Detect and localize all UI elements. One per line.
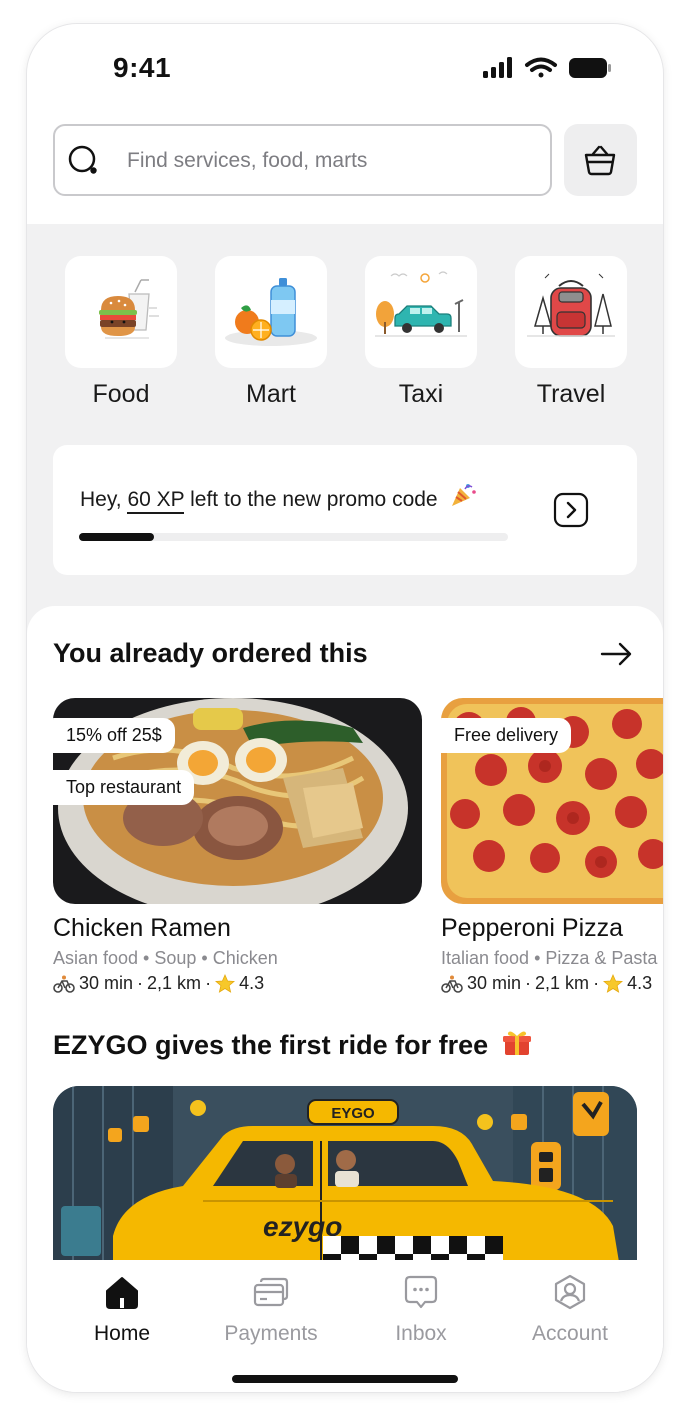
promo-progress-bar [79,533,508,541]
header-area: 9:41 Find services, food, marts [27,24,663,224]
bicycle-icon [441,975,463,993]
burger-icon [99,279,159,339]
category-label: Travel [536,380,606,408]
category-mart[interactable]: Mart [215,256,327,409]
search-input[interactable]: Find services, food, marts [53,124,552,196]
wifi-icon [525,57,557,78]
battery-icon [569,58,611,78]
nav-account[interactable]: Account [495,1274,645,1346]
groceries-icon [225,278,317,346]
food-name: Chicken Ramen [53,914,231,942]
ride-promo-title: EZYGO gives the first ride for free [53,1029,532,1061]
party-popper-icon [452,484,477,506]
nav-label: Payments [224,1322,318,1345]
food-meta: 30 min · 2,1 km · 4.3 [441,973,663,994]
rating: 4.3 [239,973,265,993]
pizza-image: Free delivery [441,698,663,904]
card-icon [253,1277,289,1307]
category-label: Food [92,380,150,408]
chevron-right-icon[interactable] [553,492,589,528]
meta-separator: · [137,973,144,993]
food-tags: Asian food • Soup • Chicken [53,948,278,968]
category-label: Taxi [398,380,444,408]
category-travel[interactable]: Travel [515,256,627,409]
food-name: Pepperoni Pizza [441,914,624,942]
status-time: 9:41 [113,52,172,83]
discount-badge: 15% off 25$ [53,718,175,753]
status-icons [483,57,611,78]
reorder-title: You already ordered this [53,638,368,668]
basket-button[interactable] [564,124,637,196]
nav-home[interactable]: Home [47,1274,197,1346]
delivery-time: 30 min [467,973,522,993]
promo-suffix: left to the new promo code [184,488,438,511]
arrow-right-icon[interactable] [599,636,635,672]
food-card-pizza[interactable]: Free delivery Pepperoni Pizza Italian fo… [441,698,663,994]
distance: 2,1 km [147,973,202,993]
promo-xp: 60 XP [127,488,185,514]
meta-separator: · [205,973,212,993]
promo-prefix: Hey, [80,488,128,511]
distance: 2,1 km [535,973,590,993]
ride-promo-banner[interactable]: EYGO ezygo [53,1086,637,1286]
star-icon [215,973,236,993]
phone-frame: 9:41 Find services, food, marts Food Mar… [27,24,663,1392]
nav-inbox[interactable]: Inbox [346,1274,496,1346]
category-tile [515,256,627,368]
category-taxi[interactable]: Taxi [365,256,477,409]
category-tile [215,256,327,368]
promo-card[interactable]: Hey, 60 XP left to the new promo code [53,445,637,575]
backpack-icon [527,273,615,337]
nav-label: Account [532,1322,608,1345]
top-restaurant-badge: Top restaurant [53,770,195,805]
search-icon [68,145,97,174]
home-indicator [232,1375,458,1383]
nav-label: Inbox [395,1322,447,1345]
category-tile [365,256,477,368]
search-placeholder: Find services, food, marts [127,149,368,172]
ride-promo-title-text: EZYGO gives the first ride for free [53,1030,489,1060]
nav-label: Home [93,1322,151,1345]
food-meta: 30 min · 2,1 km · 4.3 [53,973,422,994]
nav-payments[interactable]: Payments [196,1274,346,1346]
signal-icon [483,57,512,78]
free-delivery-badge: Free delivery [441,718,572,753]
user-icon [554,1274,586,1310]
meta-separator: · [593,973,600,993]
category-tile [65,256,177,368]
home-icon [106,1277,138,1309]
promo-text: Hey, 60 XP left to the new promo code [80,482,477,514]
bicycle-icon [53,975,75,993]
ramen-image: 15% off 25$ Top restaurant [53,698,422,904]
basket-icon [584,145,616,176]
delivery-time: 30 min [79,973,134,993]
chat-icon [404,1275,438,1309]
food-card-ramen[interactable]: 15% off 25$ Top restaurant Chicken Ramen… [53,698,422,994]
taxi-icon [375,271,467,337]
bottom-nav: Home Payments Inbox Account [27,1260,663,1392]
star-icon [603,973,624,993]
rating: 4.3 [627,973,653,993]
category-label: Mart [246,380,296,408]
roof-sign: EYGO [331,1105,375,1122]
gift-icon [502,1031,531,1055]
category-food[interactable]: Food [65,256,177,409]
meta-separator: · [525,973,532,993]
food-tags: Italian food • Pizza & Pasta [441,948,658,968]
promo-progress-fill [79,533,155,541]
